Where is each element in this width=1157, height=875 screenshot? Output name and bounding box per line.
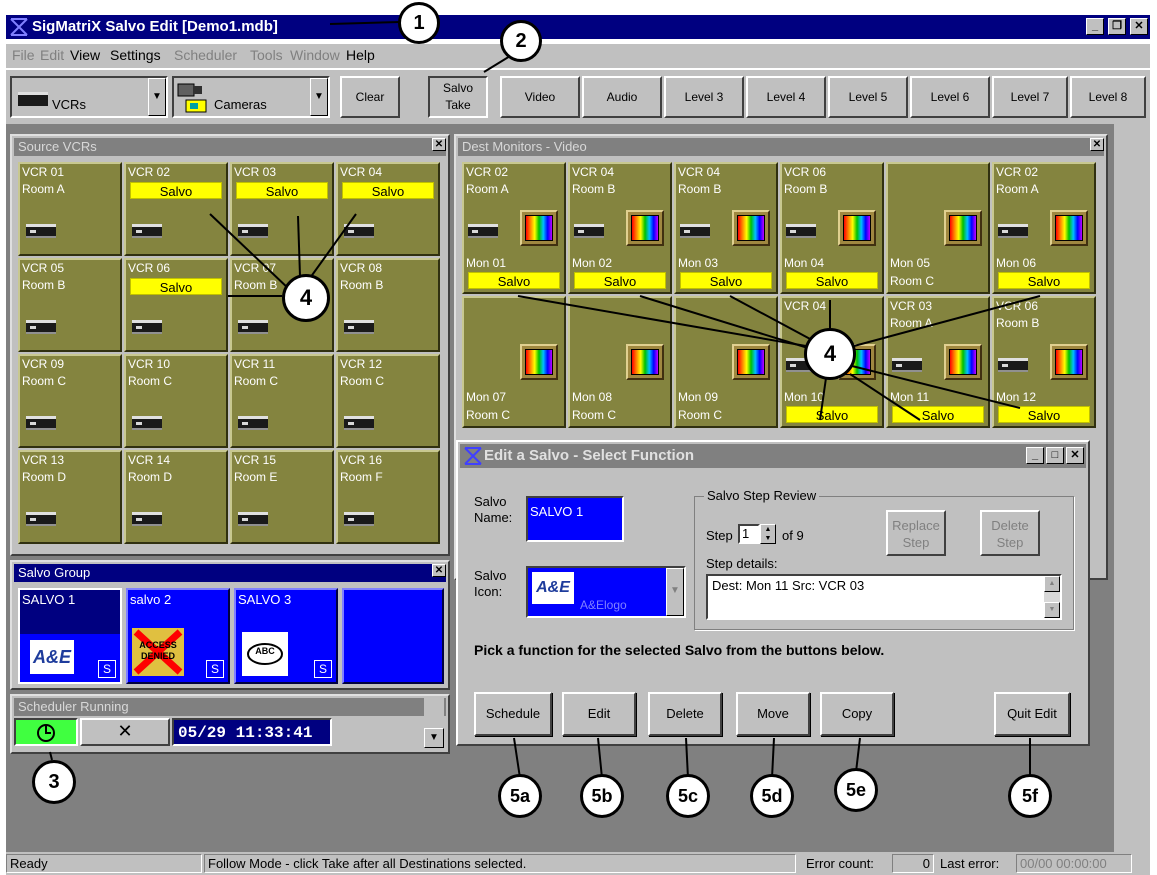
- callout-4b-line-3: [729, 295, 813, 341]
- callout-4b-line-5: [853, 295, 1041, 347]
- callout-3-line: [49, 751, 53, 761]
- callout-5e-line: [855, 737, 861, 773]
- callout-4-source: 4: [282, 274, 330, 322]
- callout-1-line: [329, 21, 401, 25]
- callout-5c-line: [685, 737, 689, 779]
- callout-4b-line-8: [851, 365, 1021, 409]
- callout-5e: 5e: [834, 768, 878, 812]
- callout-5b-line: [597, 737, 603, 779]
- callout-1: 1: [398, 2, 440, 44]
- callout-5f: 5f: [1008, 774, 1052, 818]
- callout-4a-line-3: [309, 213, 357, 279]
- callout-4b-line-6: [819, 377, 827, 421]
- callout-4-dest: 4: [804, 328, 856, 380]
- callout-5a: 5a: [498, 774, 542, 818]
- callout-3: 3: [32, 760, 76, 804]
- callout-5a-line: [513, 737, 521, 779]
- callout-2: 2: [500, 20, 542, 62]
- callout-4a-line-2: [297, 215, 301, 277]
- callout-5d-line: [771, 737, 775, 779]
- callout-5d: 5d: [750, 774, 794, 818]
- annotation-lines: [49, 21, 1041, 779]
- callout-4a-line-1: [209, 213, 291, 291]
- callout-5c: 5c: [666, 774, 710, 818]
- callout-5b: 5b: [580, 774, 624, 818]
